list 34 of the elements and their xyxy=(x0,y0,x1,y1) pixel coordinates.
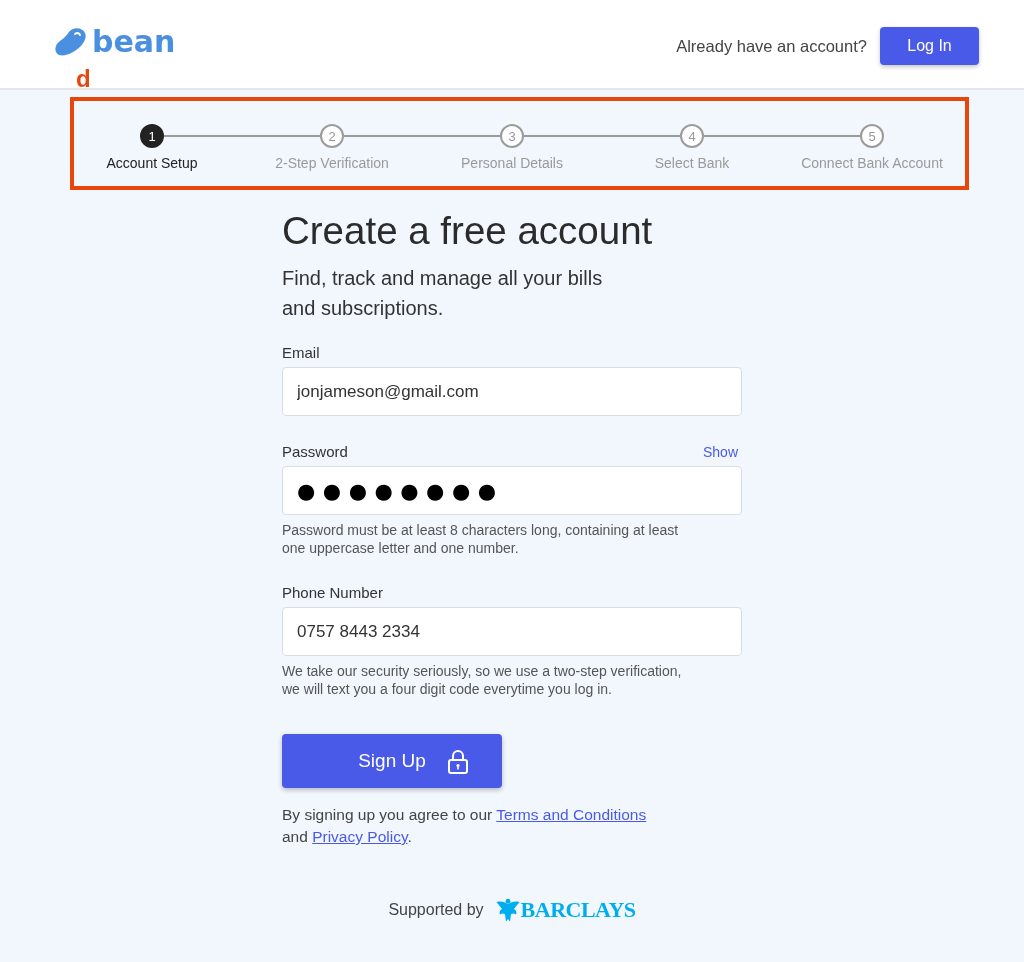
step-label: Personal Details xyxy=(461,154,563,173)
login-prompt: Already have an account? xyxy=(676,36,867,56)
text-link[interactable]: Terms and Conditions xyxy=(496,806,647,823)
field-label: Phone Number xyxy=(282,583,383,603)
input-field[interactable]: jonjameson@gmail.com xyxy=(282,367,742,416)
show-password-link[interactable]: Show xyxy=(702,444,738,460)
step-number: 5 xyxy=(860,124,884,148)
step-number: 1 xyxy=(140,124,164,148)
step-number: 2 xyxy=(320,124,344,148)
field-hint: We take our security seriously, so we use a two-step verification, we will text you a four digit code everytime you log in. xyxy=(282,662,683,698)
step-label: Account Setup xyxy=(106,154,198,173)
brand-name: bean xyxy=(92,25,176,59)
step-number: 3 xyxy=(500,124,524,148)
page-title: Create a free account xyxy=(282,209,654,253)
page-subtitle: Find, track and manage all your bills and subscriptions. xyxy=(282,266,604,321)
annotation-label: d xyxy=(76,67,91,91)
input-field[interactable]: 0757 8443 2334 xyxy=(282,607,742,656)
field-label: Email xyxy=(282,343,320,363)
supported-by-text: Supported by xyxy=(388,901,484,919)
input-field[interactable]: ●●●●●●●● xyxy=(282,466,742,515)
agreement-text: By signing up you agree to our Terms and Conditions and Privacy Policy. xyxy=(282,805,648,847)
login-button[interactable]: Log In xyxy=(880,27,979,65)
sign-up-button[interactable]: Sign Up xyxy=(282,734,502,788)
step-number: 4 xyxy=(680,124,704,148)
sponsor-logo-text: BARCLAYS xyxy=(520,897,636,923)
step-label: Select Bank xyxy=(654,154,730,173)
field-label: Password xyxy=(282,442,348,462)
bean-logo-icon xyxy=(54,28,86,56)
step-label: Connect Bank Account xyxy=(801,154,943,173)
text-link[interactable]: Privacy Policy xyxy=(312,828,408,845)
eagle-icon xyxy=(495,898,520,922)
field-hint: Password must be at least 8 characters long, containing at least one uppercase letter and one number. xyxy=(282,521,680,557)
lock-icon xyxy=(447,748,468,774)
step-label: 2-Step Verification xyxy=(275,154,389,173)
